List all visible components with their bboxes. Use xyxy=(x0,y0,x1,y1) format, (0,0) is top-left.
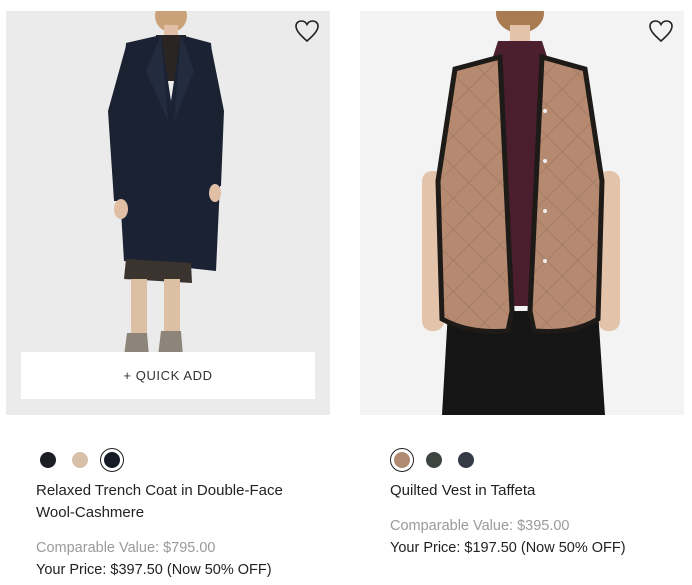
color-swatches xyxy=(36,448,132,472)
color-swatches xyxy=(390,448,486,472)
product-image-trench-coat[interactable]: + QUICK ADD xyxy=(6,11,330,415)
comparable-value: Comparable Value: $795.00 xyxy=(36,540,216,556)
product-card-quilted-vest[interactable]: Quilted Vest in Taffeta Comparable Value… xyxy=(360,0,684,556)
color-swatch[interactable] xyxy=(454,448,478,472)
comparable-value: Comparable Value: $395.00 xyxy=(390,518,570,534)
swatch-dot xyxy=(394,452,410,468)
heart-icon[interactable] xyxy=(294,19,320,43)
quick-add-button[interactable]: + QUICK ADD xyxy=(21,352,315,399)
swatch-dot xyxy=(104,452,120,468)
product-card-trench-coat[interactable]: + QUICK ADD Relaxed Trench Coat in Doubl… xyxy=(6,0,330,578)
swatch-dot xyxy=(40,452,56,468)
color-swatch-selected[interactable] xyxy=(100,448,124,472)
swatch-dot xyxy=(458,452,474,468)
product-image-quilted-vest[interactable] xyxy=(360,11,684,415)
color-swatch[interactable] xyxy=(68,448,92,472)
heart-icon[interactable] xyxy=(648,19,674,43)
color-swatch[interactable] xyxy=(422,448,446,472)
swatch-dot xyxy=(426,452,442,468)
color-swatch[interactable] xyxy=(36,448,60,472)
sale-price: Your Price: $397.50 (Now 50% OFF) xyxy=(36,562,272,578)
product-name[interactable]: Relaxed Trench Coat in Double-Face Wool-… xyxy=(36,480,316,524)
product-name[interactable]: Quilted Vest in Taffeta xyxy=(390,480,670,502)
sale-price: Your Price: $197.50 (Now 50% OFF) xyxy=(390,540,626,556)
swatch-dot xyxy=(72,452,88,468)
color-swatch-selected[interactable] xyxy=(390,448,414,472)
model-photo xyxy=(422,11,620,415)
